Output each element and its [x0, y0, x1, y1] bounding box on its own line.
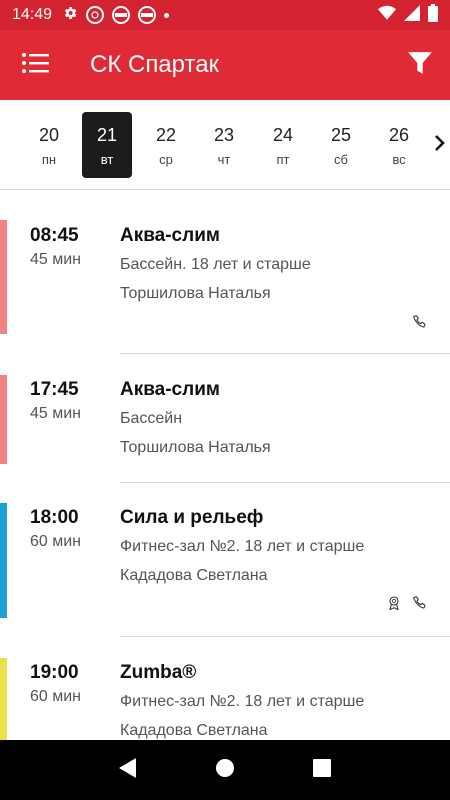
home-button[interactable]	[205, 750, 245, 790]
date-number: 20	[38, 124, 60, 145]
divider	[120, 636, 450, 637]
entry-trainer: Кададова Светлана	[120, 567, 268, 584]
status-bar: 14:49	[0, 0, 450, 30]
date-number: 26	[388, 124, 410, 145]
notification-badge-icon	[138, 6, 157, 24]
date-weekday: чт	[217, 151, 231, 167]
date-strip: 20 пн 21 вт 22 ср 23 чт 24 пт 25 сб 26 в…	[0, 100, 450, 190]
date-number: 24	[272, 124, 294, 145]
entry-place: Фитнес-зал №2. 18 лет и старше	[120, 693, 365, 710]
date-item[interactable]: 23 чт	[199, 112, 249, 178]
home-circle-icon	[215, 758, 235, 783]
entry-duration: 60 мин	[30, 688, 82, 705]
wifi-icon	[378, 5, 396, 26]
schedule-entry[interactable]: 08:45 45 мин Аква-слим Бассейн. 18 лет и…	[0, 190, 450, 355]
next-week-button[interactable]	[430, 130, 450, 160]
schedule-list: 08:45 45 мин Аква-слим Бассейн. 18 лет и…	[0, 190, 450, 740]
entry-duration: 45 мин	[30, 251, 82, 268]
date-weekday: пн	[41, 151, 57, 167]
recents-square-icon	[312, 758, 331, 782]
entry-trainer: Торшилова Наталья	[120, 285, 271, 302]
schedule-entry[interactable]: 19:00 60 мин Zumba® Фитнес-зал №2. 18 ле…	[0, 638, 450, 740]
date-number: 25	[330, 124, 352, 145]
entry-time: 19:00	[30, 662, 79, 683]
date-item[interactable]: 24 пт	[258, 112, 308, 178]
schedule-entry[interactable]: 18:00 60 мин Сила и рельеф Фитнес-зал №2…	[0, 483, 450, 638]
date-number: 23	[213, 124, 235, 145]
filter-icon	[407, 50, 433, 81]
date-item-selected[interactable]: 21 вт	[82, 112, 132, 178]
chevron-right-icon	[434, 134, 446, 157]
entry-trainer: Кададова Светлана	[120, 722, 268, 739]
phone-icon	[412, 314, 428, 335]
entry-title: Сила и рельеф	[120, 507, 264, 528]
entry-title: Аква-слим	[120, 379, 220, 400]
entry-place: Бассейн	[120, 410, 183, 427]
date-item[interactable]: 25 сб	[316, 112, 366, 178]
status-time: 14:49	[12, 6, 53, 23]
back-triangle-icon	[118, 757, 138, 784]
recents-button[interactable]	[302, 750, 342, 790]
list-menu-icon	[21, 51, 49, 80]
entry-duration: 60 мин	[30, 533, 82, 550]
entry-time: 08:45	[30, 225, 79, 246]
entry-place: Бассейн. 18 лет и старше	[120, 256, 311, 273]
battery-icon	[428, 3, 438, 27]
category-color-bar	[0, 503, 7, 618]
signal-icon	[404, 4, 420, 26]
schedule-entry[interactable]: 17:45 45 мин Аква-слим Бассейн Торшилова…	[0, 355, 450, 483]
page-title: СК Спартак	[90, 51, 220, 78]
date-item[interactable]: 20 пн	[24, 112, 74, 178]
phone-icon	[412, 595, 428, 616]
app-bar: СК Спартак	[0, 30, 450, 100]
entry-icons	[386, 595, 428, 616]
entry-title: Zumba®	[120, 662, 197, 683]
back-button[interactable]	[108, 750, 148, 790]
date-number: 22	[155, 124, 177, 145]
date-weekday: сб	[334, 151, 348, 167]
menu-button[interactable]	[0, 30, 70, 100]
system-nav-bar	[0, 740, 450, 800]
date-weekday: вт	[100, 151, 114, 167]
date-item[interactable]: 22 ср	[141, 112, 191, 178]
status-icons-right	[378, 3, 438, 27]
entry-time: 17:45	[30, 379, 79, 400]
entry-icons	[412, 314, 428, 335]
notification-badge-icon	[112, 6, 131, 24]
date-number: 21	[96, 124, 118, 145]
date-weekday: ср	[159, 151, 173, 167]
entry-place: Фитнес-зал №2. 18 лет и старше	[120, 538, 365, 555]
date-weekday: вс	[392, 151, 406, 167]
entry-trainer: Торшилова Наталья	[120, 439, 271, 456]
status-icons-left	[62, 5, 170, 26]
category-color-bar	[0, 375, 7, 464]
date-weekday: пт	[276, 151, 290, 167]
entry-time: 18:00	[30, 507, 79, 528]
notification-badge-icon	[86, 6, 105, 24]
category-color-bar	[0, 220, 7, 334]
date-item[interactable]: 26 вс	[374, 112, 424, 178]
entry-duration: 45 мин	[30, 405, 82, 422]
divider	[120, 353, 450, 354]
filter-button[interactable]	[390, 30, 450, 100]
award-icon	[386, 595, 402, 616]
gear-icon	[62, 5, 78, 26]
dot-icon	[164, 12, 170, 18]
category-color-bar	[0, 658, 7, 740]
entry-title: Аква-слим	[120, 225, 220, 246]
